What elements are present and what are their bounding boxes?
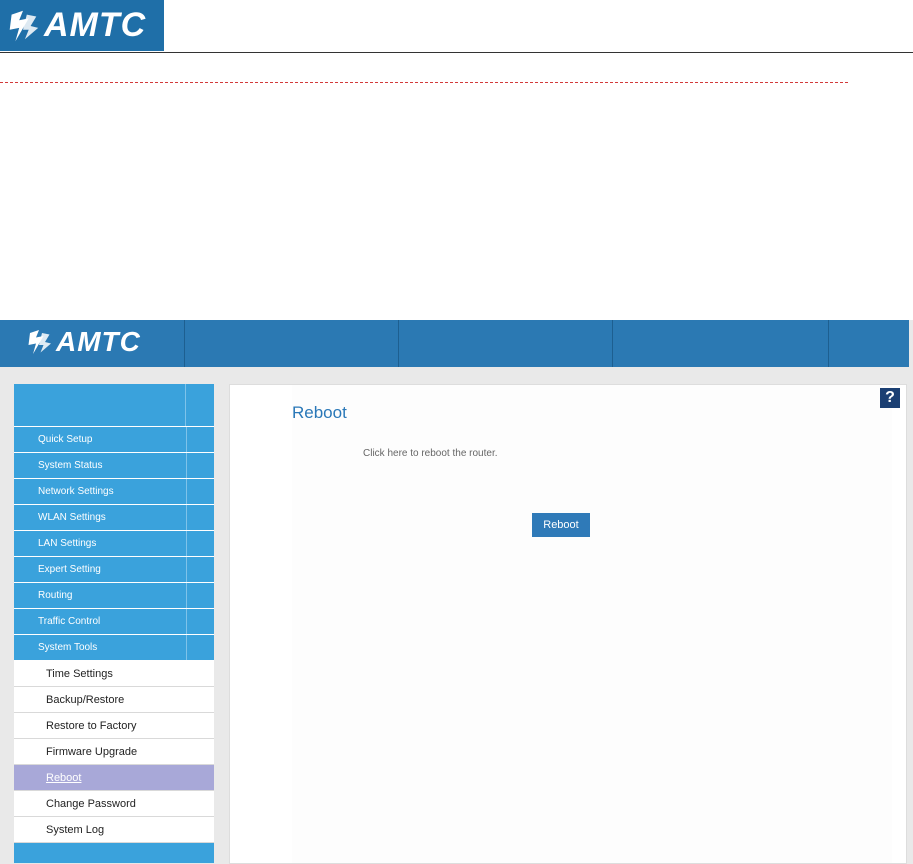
submenu-item-reboot[interactable]: Reboot [14, 765, 214, 791]
header-rule [0, 52, 913, 53]
sidebar-item-quick-setup[interactable]: Quick Setup [14, 427, 214, 453]
submenu-item-label: Backup/Restore [46, 693, 125, 706]
sidebar-item-traffic-control[interactable]: Traffic Control [14, 609, 214, 635]
sidebar-item-wlan-settings[interactable]: WLAN Settings [14, 505, 214, 531]
reboot-button[interactable]: Reboot [532, 513, 590, 537]
submenu-item-label: Reboot [46, 771, 82, 784]
amtc-logo-icon [9, 10, 39, 41]
sidebar-item-expert-setting[interactable]: Expert Setting [14, 557, 214, 583]
sidebar-item-label: Expert Setting [38, 564, 101, 575]
sidebar-item-label: LAN Settings [38, 538, 97, 549]
router-logo-text: AMTC [56, 326, 141, 357]
sidebar-item-label: Network Settings [38, 486, 114, 497]
help-icon[interactable]: ? [880, 388, 900, 408]
sidebar-item-system-status[interactable]: System Status [14, 453, 214, 479]
reboot-description: Click here to reboot the router. [363, 448, 498, 459]
submenu-item-system-log[interactable]: System Log [14, 817, 214, 843]
topbar-divider [828, 320, 829, 367]
dashed-separator [0, 82, 848, 83]
submenu-item-backup-restore[interactable]: Backup/Restore [14, 687, 214, 713]
submenu-item-label: Restore to Factory [46, 719, 137, 732]
sidebar-footer [14, 843, 214, 863]
submenu-item-label: System Log [46, 823, 105, 836]
sidebar-item-label: WLAN Settings [38, 512, 106, 523]
amtc-logo-icon [28, 330, 51, 354]
page-title: Reboot [292, 403, 347, 422]
submenu-item-restore-factory[interactable]: Restore to Factory [14, 713, 214, 739]
document-logo: AMTC [0, 0, 164, 51]
submenu-item-label: Time Settings [46, 667, 113, 680]
topbar-divider [184, 320, 185, 367]
submenu-item-label: Firmware Upgrade [46, 745, 138, 758]
sidebar-header [14, 384, 214, 427]
sidebar: Quick Setup System Status Network Settin… [14, 384, 214, 864]
topbar-divider [612, 320, 613, 367]
document-logo-text: AMTC [44, 6, 147, 44]
sidebar-item-label: System Tools [38, 642, 98, 653]
topbar-divider [398, 320, 399, 367]
submenu-item-change-password[interactable]: Change Password [14, 791, 214, 817]
router-ui: AMTC Quick Setup System Status Network S… [0, 320, 913, 864]
sidebar-item-system-tools[interactable]: System Tools [14, 635, 214, 661]
sidebar-item-network-settings[interactable]: Network Settings [14, 479, 214, 505]
sidebar-item-label: Traffic Control [38, 616, 101, 627]
submenu-item-time-settings[interactable]: Time Settings [14, 661, 214, 687]
sidebar-item-label: Quick Setup [38, 434, 93, 445]
sidebar-item-lan-settings[interactable]: LAN Settings [14, 531, 214, 557]
sidebar-item-label: System Status [38, 460, 103, 471]
submenu-item-label: Change Password [46, 797, 136, 810]
sidebar-item-label: Routing [38, 590, 73, 601]
submenu-item-firmware-upgrade[interactable]: Firmware Upgrade [14, 739, 214, 765]
content-panel: Reboot Click here to reboot the router. … [229, 384, 907, 864]
top-bar: AMTC [0, 320, 909, 367]
sidebar-item-routing[interactable]: Routing [14, 583, 214, 609]
router-logo: AMTC [20, 326, 141, 358]
